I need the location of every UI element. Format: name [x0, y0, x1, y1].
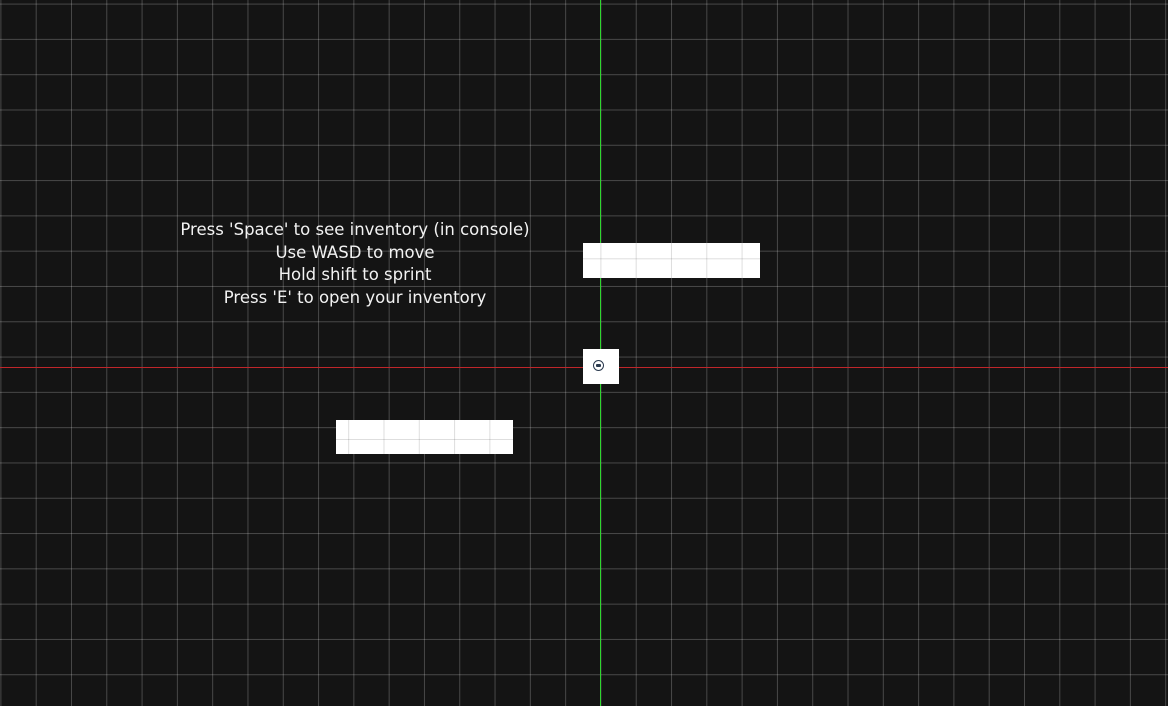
instruction-line-move: Use WASD to move	[275, 242, 435, 262]
instructions-text: Press 'Space' to see inventory (in conso…	[150, 219, 560, 309]
instruction-line-open-inventory: Press 'E' to open your inventory	[223, 287, 487, 307]
game-viewport[interactable]: Press 'Space' to see inventory (in conso…	[0, 0, 1168, 706]
instruction-line-inventory-console: Press 'Space' to see inventory (in conso…	[180, 220, 530, 239]
instruction-line-sprint: Hold shift to sprint	[278, 265, 432, 284]
player-character	[583, 349, 619, 384]
platform-upper	[583, 243, 760, 278]
player-avatar-icon	[593, 360, 604, 371]
platform-lower	[336, 420, 513, 454]
